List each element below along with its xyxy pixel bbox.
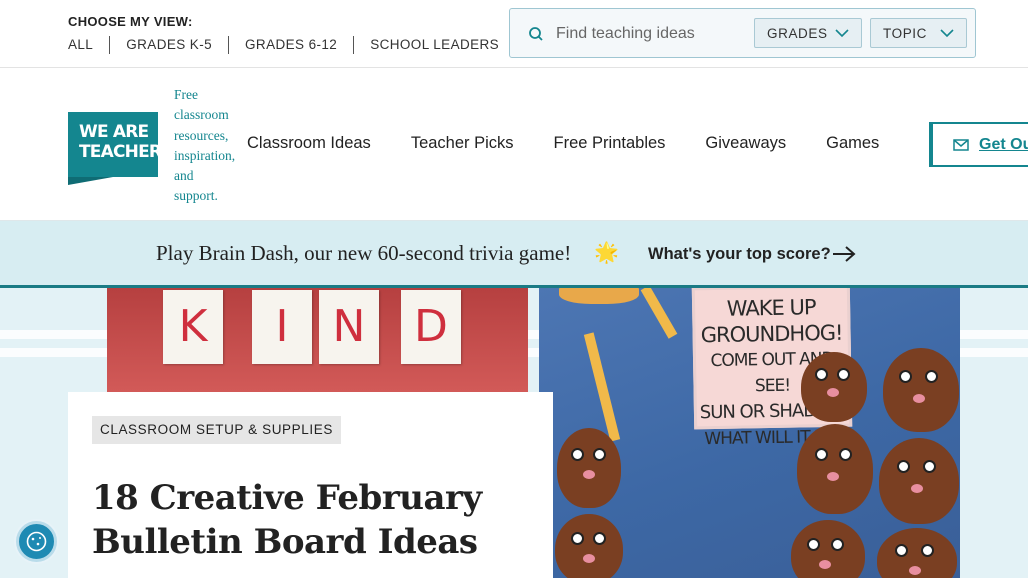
- grades-dropdown[interactable]: GRADES: [754, 18, 862, 48]
- search-input[interactable]: [556, 21, 756, 47]
- featured-article: K I N D WAKE UP GROUNDHOG! COME OUT AND …: [0, 288, 1028, 578]
- groundhog-cutout: [879, 438, 959, 524]
- groundhog-cutout: [555, 514, 623, 578]
- groundhog-cutout: [883, 348, 959, 432]
- grades-dropdown-label: GRADES: [767, 26, 828, 41]
- tagline-line: support.: [174, 188, 218, 204]
- logo-wordmark: WE ARE TEACHERS: [79, 122, 173, 162]
- topic-dropdown[interactable]: TOPIC: [870, 18, 967, 48]
- groundhog-cutout: [557, 428, 621, 508]
- bulletin-board-photo-kind: K I N D: [107, 288, 528, 392]
- sign-line: GROUNDHOG!: [700, 320, 843, 348]
- promo-banner: Play Brain Dash, our new 60-second trivi…: [0, 221, 1028, 288]
- nav-teacher-picks[interactable]: Teacher Picks: [411, 134, 514, 153]
- tagline-line: and: [174, 168, 194, 184]
- nav-giveaways[interactable]: Giveaways: [705, 134, 786, 153]
- arrow-right-icon[interactable]: [832, 246, 856, 262]
- tagline-line: resources,: [174, 127, 229, 143]
- newsletter-button-label: Get Ou: [979, 136, 1028, 153]
- category-badge[interactable]: CLASSROOM SETUP & SUPPLIES: [92, 416, 341, 444]
- primary-nav: Classroom Ideas Teacher Picks Free Print…: [247, 134, 919, 153]
- article-headline[interactable]: 18 Creative February Bulletin Board Idea…: [92, 476, 532, 564]
- letter-card: N: [319, 290, 379, 364]
- view-link-grades-k-5[interactable]: GRADES K-5: [109, 36, 228, 54]
- chevron-down-icon: [940, 29, 954, 38]
- promo-link[interactable]: What's your top score?: [648, 245, 831, 264]
- search-icon[interactable]: [528, 26, 544, 42]
- paper-cutout: [559, 288, 639, 304]
- nav-classroom-ideas[interactable]: Classroom Ideas: [247, 134, 371, 153]
- logo-line-1: WE ARE: [79, 122, 149, 142]
- view-chooser-title: CHOOSE MY VIEW:: [68, 14, 193, 29]
- promo-text: Play Brain Dash, our new 60-second trivi…: [156, 241, 572, 265]
- view-link-school-leaders[interactable]: SCHOOL LEADERS: [353, 36, 515, 54]
- view-link-all[interactable]: ALL: [68, 36, 109, 54]
- utility-bar: CHOOSE MY VIEW: ALL GRADES K-5 GRADES 6-…: [0, 0, 1028, 68]
- letter-card: I: [252, 290, 312, 364]
- letter-card: D: [401, 290, 461, 364]
- letter-card: K: [163, 290, 223, 364]
- main-header: WE ARE TEACHERS Free classroom resources…: [0, 68, 1028, 221]
- logo-tail: [68, 177, 113, 185]
- site-tagline: Free classroom resources, inspiration, a…: [174, 85, 254, 207]
- sign-line: WAKE UP: [726, 295, 816, 321]
- newsletter-button[interactable]: Get Ou: [929, 122, 1028, 167]
- logo-line-2: TEACHERS: [79, 142, 173, 162]
- groundhog-cutout: [797, 424, 873, 514]
- bulletin-board-photo-groundhog: WAKE UP GROUNDHOG! COME OUT AND SEE! SUN…: [539, 288, 960, 578]
- tagline-line: classroom: [174, 107, 229, 123]
- view-chooser-links: ALL GRADES K-5 GRADES 6-12 SCHOOL LEADER…: [68, 36, 515, 54]
- nav-free-printables[interactable]: Free Printables: [554, 134, 666, 153]
- tagline-line: inspiration,: [174, 147, 236, 163]
- search-bar: GRADES TOPIC: [509, 8, 976, 58]
- mail-icon: [953, 139, 969, 151]
- view-link-grades-6-12[interactable]: GRADES 6-12: [228, 36, 353, 54]
- cookie-icon: [26, 531, 47, 552]
- headline-line: 18 Creative February: [92, 478, 482, 518]
- star-icon: 🌟: [594, 242, 619, 264]
- chevron-down-icon: [835, 29, 849, 38]
- topic-dropdown-label: TOPIC: [883, 26, 928, 41]
- nav-games[interactable]: Games: [826, 134, 879, 153]
- floating-accessibility-button[interactable]: [16, 521, 57, 562]
- headline-line: Bulletin Board Ideas: [92, 522, 478, 562]
- article-card[interactable]: CLASSROOM SETUP & SUPPLIES 18 Creative F…: [68, 392, 553, 578]
- site-logo[interactable]: WE ARE TEACHERS: [68, 112, 173, 185]
- tagline-line: Free: [174, 87, 198, 102]
- groundhog-cutout: [801, 352, 867, 422]
